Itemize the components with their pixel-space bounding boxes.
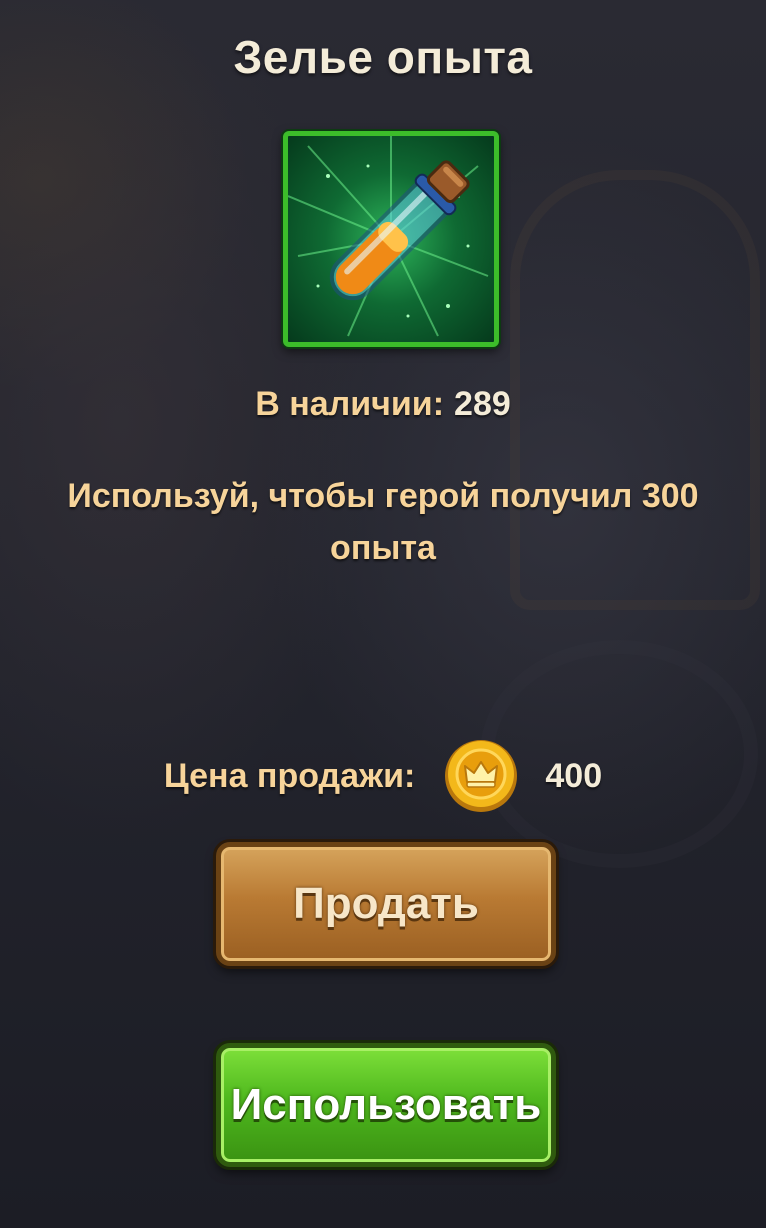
use-button[interactable]: Использовать [216,1043,556,1167]
sell-price-label: Цена продажи: [163,756,416,795]
stock-line: В наличии: 289 [0,385,766,424]
item-description: Используй, чтобы герой получил 300 опыта [67,477,699,567]
sell-button[interactable]: Продать [216,842,556,966]
sell-price-value: 400 [545,756,603,795]
item-icon-frame [283,131,499,347]
experience-potion-icon [288,136,489,337]
gold-coin-crown-icon [443,738,519,814]
item-title: Зелье опыта [233,31,533,83]
stock-label: В наличии: [255,385,445,423]
sell-price-row: Цена продажи: 400 [0,736,766,816]
stock-count: 289 [454,385,511,423]
